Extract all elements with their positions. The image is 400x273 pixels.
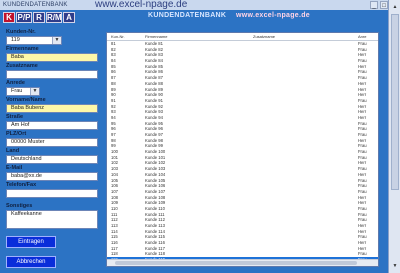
table-body: 81 Kunde 81 Frau 82 Kunde 82 Frau 83 Kunde 83 He… <box>107 41 378 263</box>
anrede-select[interactable]: Frau ▼ <box>6 87 40 96</box>
scroll-down-icon[interactable]: ▼ <box>391 262 399 270</box>
sonstiges-field[interactable]: Kaffeekanne <box>6 210 98 229</box>
vorname-field[interactable]: Baba Bubenz <box>6 104 98 113</box>
app-title: KUNDENDATENBANK <box>3 2 68 8</box>
scroll-up-icon[interactable]: ▲ <box>391 3 399 11</box>
scroll-thumb[interactable] <box>115 261 357 265</box>
strasse-label: Straße <box>6 114 24 120</box>
sonstiges-label: Sonstiges <box>6 203 33 209</box>
plz-label: PLZ/Ort <box>6 131 27 137</box>
maximize-button[interactable]: □ <box>380 1 388 9</box>
chevron-down-icon[interactable]: ▼ <box>30 88 39 95</box>
kundennr-select[interactable]: 119 ▼ <box>6 36 62 45</box>
minimize-button[interactable]: _ <box>370 1 378 9</box>
table-header: Kun-Nr. Firmenname Zusatzname Anre <box>107 33 378 41</box>
header-url: www.excel-npage.de <box>236 12 310 19</box>
strasse-field[interactable]: Am Hof <box>6 121 98 130</box>
land-field[interactable]: Deutschland <box>6 155 98 164</box>
customer-list[interactable]: Kun-Nr. Firmenname Zusatzname Anre 81 Kun… <box>106 32 379 267</box>
column-header: Zusatzname <box>253 34 276 39</box>
vorname-label: Vorname/Name <box>6 97 46 103</box>
column-header: Firmenname <box>145 34 168 39</box>
telefon-field[interactable] <box>6 189 98 198</box>
title-bar: KUNDENDATENBANK www.excel-npage.de _ □ x <box>0 0 400 10</box>
abbrechen-button[interactable]: Abbrechen <box>6 256 56 268</box>
toolbar-r-button[interactable]: R <box>33 12 45 23</box>
firmenname-label: Firmenname <box>6 46 39 52</box>
watermark: www.excel-npage.de <box>95 0 188 10</box>
land-label: Land <box>6 148 20 154</box>
column-header: Kun-Nr. <box>111 34 125 39</box>
scroll-thumb[interactable] <box>391 14 399 190</box>
telefon-label: Telefon/Fax <box>6 182 37 188</box>
chevron-down-icon[interactable]: ▼ <box>52 37 61 44</box>
anrede-label: Anrede <box>6 80 25 86</box>
horizontal-scrollbar[interactable] <box>107 259 378 266</box>
email-label: E-Mail <box>6 165 23 171</box>
firmenname-field[interactable]: Baba <box>6 53 98 62</box>
zusatzname-label: Zusatzname <box>6 63 38 69</box>
toolbar-pp-button[interactable]: P/P <box>16 12 32 23</box>
column-header: Anre <box>358 34 367 39</box>
eintragen-button[interactable]: Eintragen <box>6 236 56 248</box>
toolbar-rm-button[interactable]: R/M <box>46 12 62 23</box>
toolbar-k-button[interactable]: K <box>3 12 15 23</box>
toolbar-a-button[interactable]: A <box>63 12 75 23</box>
zusatzname-field[interactable] <box>6 70 98 79</box>
vertical-scrollbar[interactable]: ▲ ▼ <box>388 0 400 273</box>
email-field[interactable]: baba@xx.de <box>6 172 98 181</box>
plz-field[interactable]: 00000 Muster <box>6 138 98 147</box>
header-title: KUNDENDATENBANK <box>148 12 227 19</box>
kundennr-label: Kunden-Nr. <box>6 29 36 35</box>
